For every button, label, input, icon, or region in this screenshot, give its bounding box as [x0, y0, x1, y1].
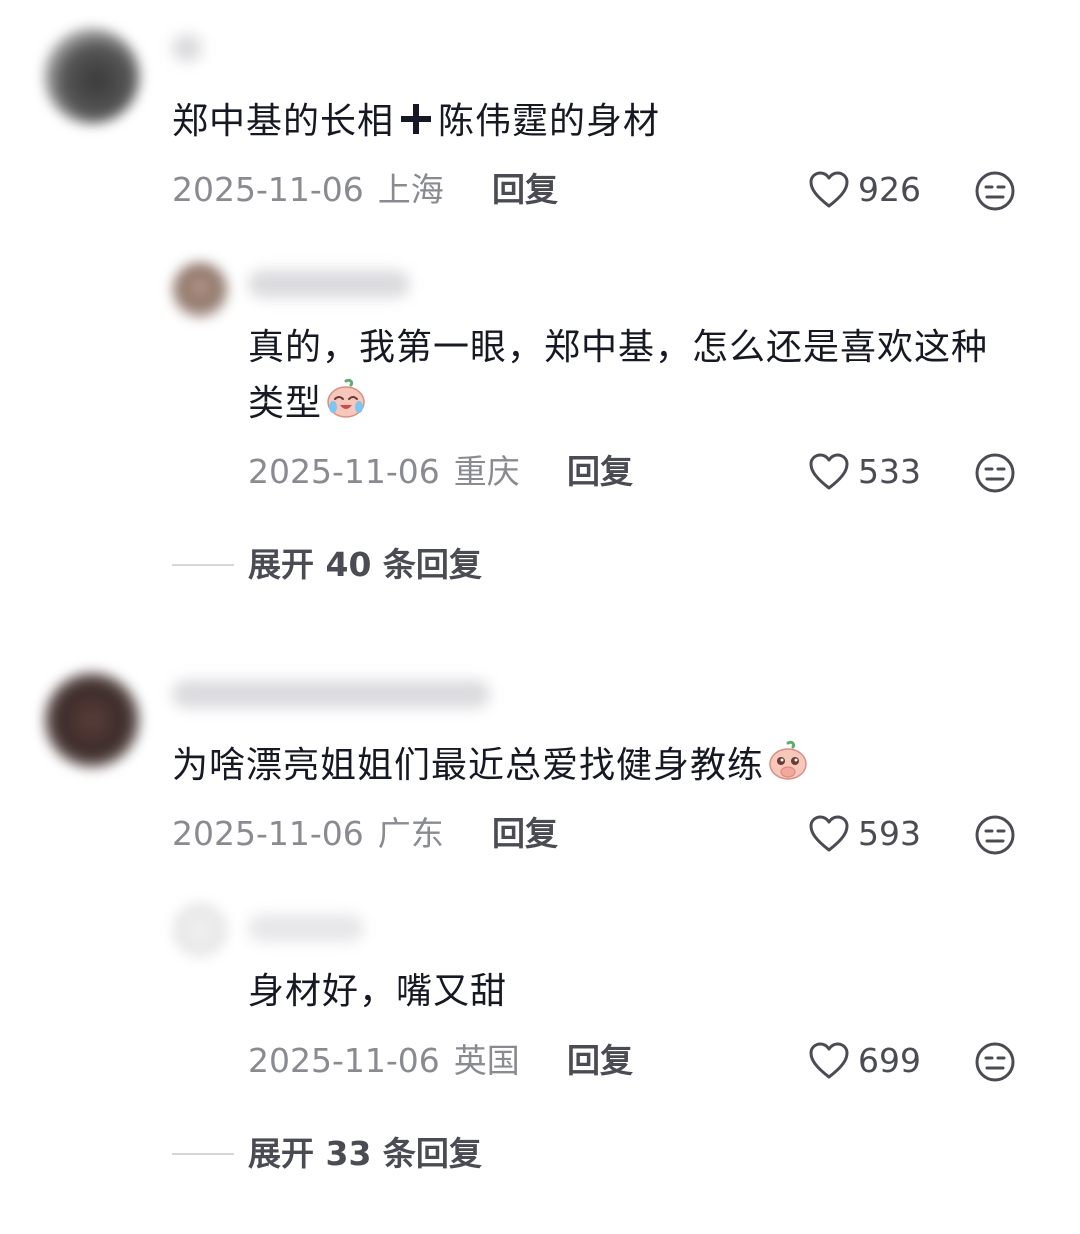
reply-button[interactable]: 回复 [492, 170, 558, 210]
like-count: 533 [858, 452, 921, 491]
heart-outline-icon [809, 171, 849, 208]
username-blurred[interactable] [172, 680, 490, 708]
like-button[interactable]: 593 [808, 812, 921, 856]
heart-outline-icon [809, 815, 849, 852]
like-count: 593 [858, 814, 921, 853]
comment-text-part: 郑中基的长相 [172, 101, 395, 142]
neutral-face-icon[interactable] [974, 1041, 1016, 1083]
expand-replies-button[interactable]: 展开 40 条回复 [172, 545, 482, 585]
crying-laugh-emoji-icon [327, 378, 365, 418]
reply-date: 2025-11-06 [248, 452, 440, 491]
reply-text: 真的，我第一眼，郑中基，怎么还是喜欢这种类型 [248, 320, 1018, 432]
username-blurred[interactable] [248, 914, 364, 942]
reply-button[interactable]: 回复 [567, 452, 633, 492]
heart-outline-icon [809, 1042, 849, 1079]
comment-text: 郑中基的长相 陈伟霆的身材 [172, 94, 1032, 150]
reply-button[interactable]: 回复 [492, 814, 558, 854]
neutral-face-icon[interactable] [974, 170, 1016, 212]
expand-replies-button[interactable]: 展开 33 条回复 [172, 1134, 482, 1174]
comment-text-content: 为啥漂亮姐姐们最近总爱找健身教练 [172, 745, 765, 786]
plus-icon [401, 104, 432, 134]
neutral-face-icon[interactable] [974, 452, 1016, 494]
comment-date: 2025-11-06 [172, 170, 364, 209]
avatar[interactable] [172, 902, 228, 958]
begging-emoji-icon [769, 740, 807, 780]
like-count: 926 [858, 170, 921, 209]
heart-outline-icon [809, 453, 849, 490]
comment-date: 2025-11-06 [172, 814, 364, 853]
comment-location: 广东 [377, 814, 444, 853]
reply-meta: 2025-11-06 重庆 [248, 452, 520, 492]
neutral-face-icon[interactable] [974, 814, 1016, 856]
comment-meta: 2025-11-06 上海 [172, 170, 444, 210]
divider [172, 1153, 234, 1155]
like-button[interactable]: 699 [808, 1039, 921, 1083]
expand-replies-label: 展开 40 条回复 [248, 545, 482, 584]
reply-button[interactable]: 回复 [567, 1041, 633, 1081]
reply-meta: 2025-11-06 英国 [248, 1041, 520, 1081]
divider [172, 564, 234, 566]
like-count: 699 [858, 1041, 921, 1080]
comment-text-part: 陈伟霆的身材 [438, 101, 661, 142]
username-blurred[interactable] [172, 34, 202, 62]
reply-location: 英国 [453, 1041, 520, 1080]
avatar[interactable] [44, 28, 140, 124]
reply-date: 2025-11-06 [248, 1041, 440, 1080]
comment-location: 上海 [377, 170, 444, 209]
reply-text: 身材好，嘴又甜 [248, 964, 1018, 1020]
like-button[interactable]: 533 [808, 450, 921, 494]
reply-location: 重庆 [453, 452, 520, 491]
comment-meta: 2025-11-06 广东 [172, 814, 444, 854]
comment-text: 为啥漂亮姐姐们最近总爱找健身教练 [172, 738, 1032, 794]
like-button[interactable]: 926 [808, 168, 921, 212]
avatar[interactable] [172, 262, 228, 318]
username-blurred[interactable] [248, 270, 410, 298]
expand-replies-label: 展开 33 条回复 [248, 1134, 482, 1173]
avatar[interactable] [44, 672, 140, 768]
reply-text-content: 身材好，嘴又甜 [248, 971, 508, 1012]
